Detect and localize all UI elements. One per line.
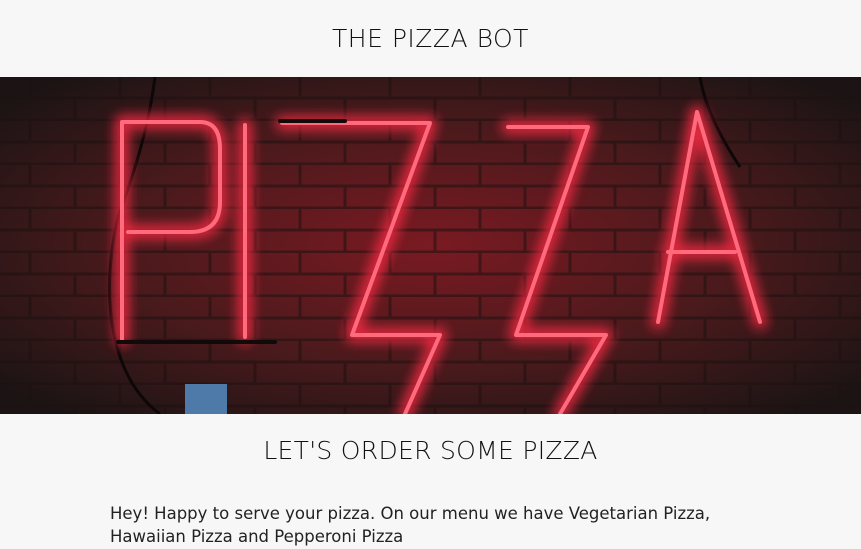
site-header: THE PIZZA BOT [0, 0, 861, 77]
order-heading: LET'S ORDER SOME PIZZA [263, 436, 598, 465]
page: THE PIZZA BOT LET'S ORDER SOME PIZZA Hey… [0, 0, 861, 549]
bot-message: Hey! Happy to serve your pizza. On our m… [110, 504, 711, 546]
site-title: THE PIZZA BOT [332, 24, 529, 53]
neon-pizza-sign-image [0, 77, 861, 414]
hero-banner [0, 77, 861, 414]
outlet-box [185, 384, 227, 414]
